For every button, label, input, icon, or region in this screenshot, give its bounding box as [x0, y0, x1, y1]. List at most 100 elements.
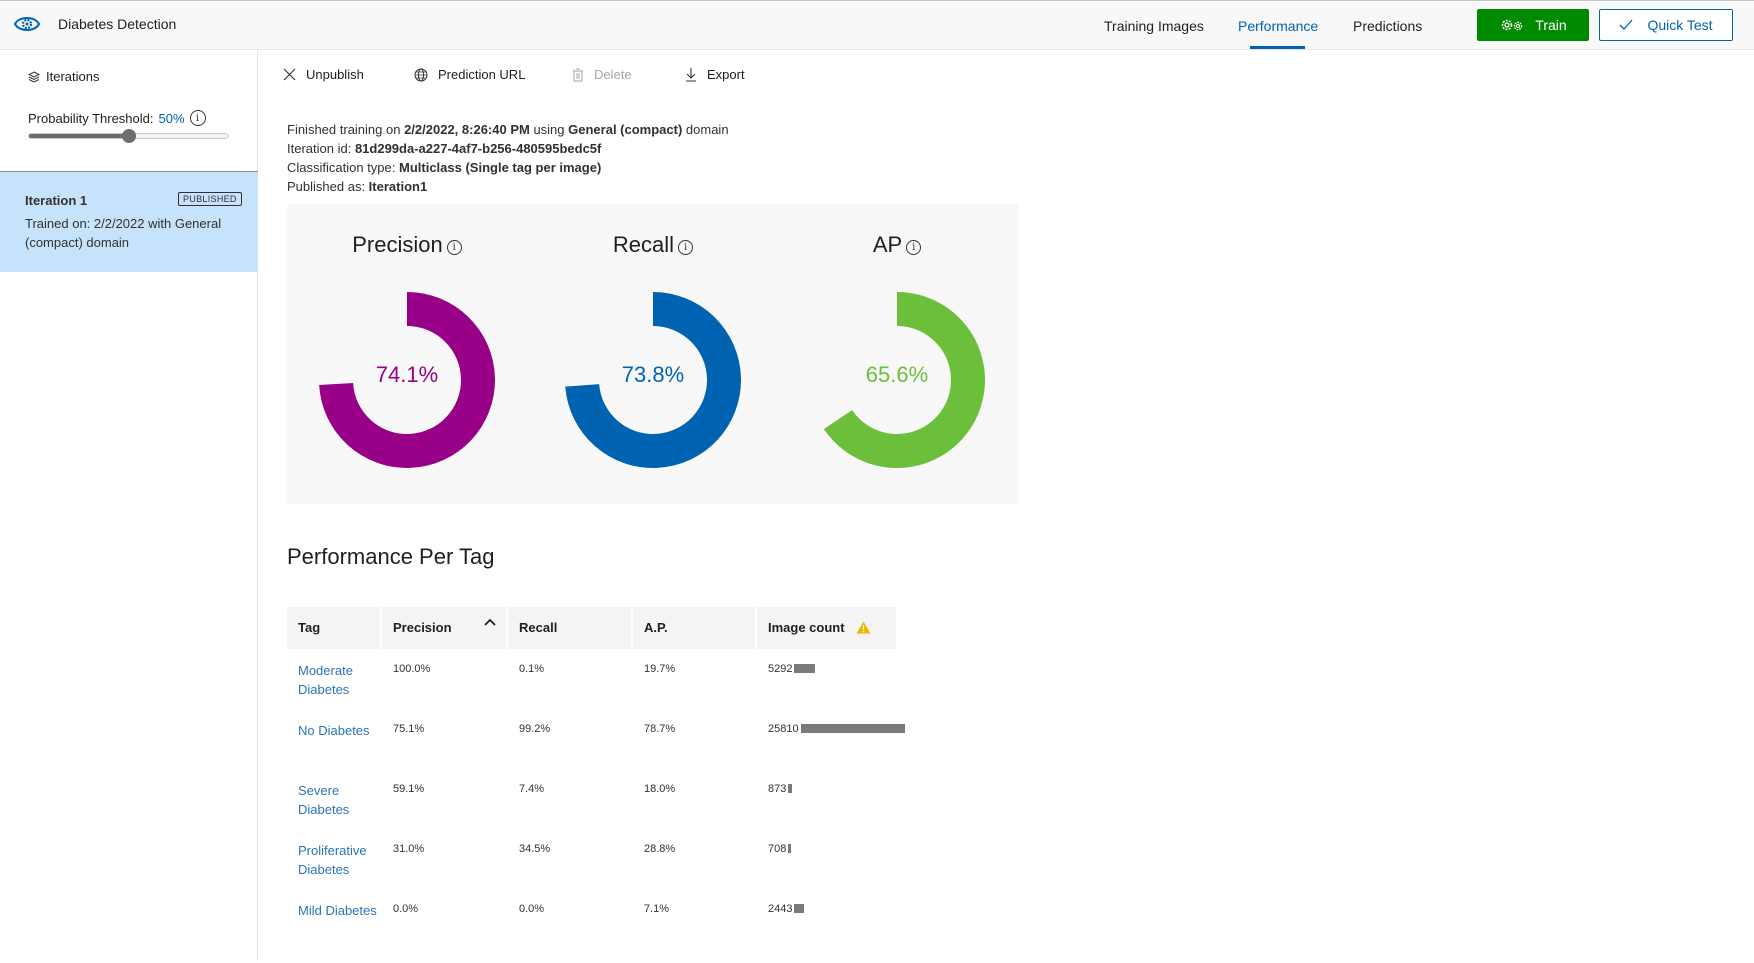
iterations-label: Iterations [46, 69, 100, 84]
precision-cell: 59.1% [393, 783, 425, 795]
sidebar: Iterations Probability Threshold: 50% i … [0, 51, 258, 961]
image-count-bar [794, 664, 816, 673]
info-icon[interactable]: i [678, 239, 694, 255]
image-count-value: 873 [768, 783, 787, 795]
quick-test-label: Quick Test [1647, 17, 1713, 33]
app-title: Diabetes Detection [58, 16, 177, 32]
ap-title: AP i [777, 232, 1017, 258]
tag-link[interactable]: Severe Diabetes [298, 781, 378, 819]
precision-title: Precision i [287, 232, 527, 258]
training-info-line: Finished training on 2/2/2022, 8:26:40 P… [287, 122, 729, 137]
precision-cell: 31.0% [393, 843, 425, 855]
info-icon[interactable]: i [906, 239, 922, 255]
recall-cell: 7.4% [519, 783, 545, 795]
export-button[interactable]: Export [685, 67, 745, 82]
ap-value: 65.6% [865, 362, 929, 387]
published-badge: PUBLISHED [178, 192, 242, 206]
threshold-slider[interactable] [28, 129, 229, 143]
precision-cell: 75.1% [393, 723, 425, 735]
info-icon[interactable]: i [189, 110, 206, 126]
image-count-bar [788, 844, 792, 853]
ap-metric: AP i 65.6% [777, 204, 1017, 504]
tab-predictions[interactable]: Predictions [1353, 18, 1422, 34]
unpublish-label: Unpublish [306, 67, 364, 82]
image-count-bar [794, 904, 805, 913]
tag-link[interactable]: No Diabetes [298, 721, 378, 740]
image-count-cell: 5292 [768, 663, 816, 675]
table-row: Severe Diabetes 59.1% 7.4% 18.0% 873 [287, 783, 987, 843]
iteration-description: Trained on: 2/2/2022 with General (compa… [25, 216, 222, 250]
iterations-heading: Iterations [28, 69, 99, 84]
close-icon [283, 68, 296, 81]
checkmark-icon [1619, 19, 1633, 30]
recall-cell: 0.1% [519, 663, 545, 675]
top-bar: Diabetes Detection Training Images Perfo… [0, 0, 1754, 50]
column-header-ap[interactable]: A.P. [633, 607, 755, 649]
sort-ascending-icon[interactable] [484, 618, 496, 626]
column-header-tag[interactable]: Tag [287, 607, 380, 649]
iteration-name: Iteration 1 [25, 193, 88, 208]
image-count-cell: 708 [768, 843, 792, 855]
tag-link[interactable]: Mild Diabetes [298, 901, 378, 920]
tag-link[interactable]: Moderate Diabetes [298, 661, 378, 699]
published-as-line: Published as: Iteration1 [287, 179, 428, 194]
export-label: Export [707, 67, 745, 82]
table-row: No Diabetes 75.1% 99.2% 78.7% 25810 [287, 723, 987, 783]
tag-link[interactable]: Proliferative Diabetes [298, 841, 378, 879]
globe-icon [414, 68, 428, 81]
column-header-image-count[interactable]: Image count [757, 607, 896, 649]
recall-value: 73.8% [621, 362, 685, 387]
metrics-panel: Precision i 74.1% Recall i 73.8% AP i 65.6% [287, 204, 1018, 504]
precision-cell: 0.0% [393, 903, 419, 915]
iteration-card[interactable]: Iteration 1 PUBLISHED Trained on: 2/2/20… [0, 171, 258, 272]
table-row: Proliferative Diabetes 31.0% 34.5% 28.8% 708 [287, 843, 987, 903]
table-row: Mild Diabetes 0.0% 0.0% 7.1% 2443 [287, 903, 987, 963]
precision-cell: 100.0% [393, 663, 431, 675]
threshold-label: Probability Threshold: [28, 110, 154, 126]
image-count-cell: 25810 [768, 723, 905, 735]
ap-cell: 78.7% [644, 723, 676, 735]
prediction-url-label: Prediction URL [438, 67, 526, 82]
ap-cell: 28.8% [644, 843, 676, 855]
image-count-value: 25810 [768, 723, 799, 735]
train-label: Train [1535, 17, 1567, 33]
info-icon[interactable]: i [446, 239, 462, 255]
threshold-value: 50% [158, 110, 185, 126]
delete-label: Delete [594, 67, 632, 82]
table-row: Moderate Diabetes 100.0% 0.1% 19.7% 5292 [287, 663, 987, 723]
main-content: Unpublish Prediction URL Delete Export F… [259, 51, 1754, 961]
gears-icon [1501, 19, 1523, 31]
layers-icon [28, 70, 40, 83]
delete-button[interactable]: Delete [572, 67, 632, 82]
image-count-cell: 873 [768, 783, 793, 795]
warning-icon[interactable] [856, 621, 871, 634]
recall-cell: 34.5% [519, 843, 551, 855]
column-header-precision[interactable]: Precision [382, 607, 506, 649]
trash-icon [573, 68, 583, 81]
threshold-slider-fill [29, 134, 129, 138]
iteration-details: Finished training on 2/2/2022, 8:26:40 P… [287, 120, 729, 196]
ap-cell: 19.7% [644, 663, 676, 675]
image-count-bar [788, 784, 793, 793]
recall-cell: 0.0% [519, 903, 545, 915]
image-count-bar [800, 724, 905, 733]
column-header-recall[interactable]: Recall [508, 607, 631, 649]
image-count-value: 2443 [768, 903, 793, 915]
precision-metric: Precision i 74.1% [287, 204, 527, 504]
unpublish-button[interactable]: Unpublish [283, 67, 364, 82]
download-icon [686, 68, 696, 82]
image-count-value: 5292 [768, 663, 793, 675]
tab-training-images[interactable]: Training Images [1104, 18, 1204, 34]
tab-performance[interactable]: Performance [1238, 18, 1318, 34]
iteration-id-line: Iteration id: 81d299da-a227-4af7-b256-48… [287, 141, 602, 156]
active-tab-indicator [1250, 46, 1305, 49]
probability-threshold: Probability Threshold: 50% i [28, 110, 206, 126]
classification-type-line: Classification type: Multiclass (Single … [287, 160, 602, 175]
quick-test-button[interactable]: Quick Test [1599, 9, 1733, 41]
ap-cell: 18.0% [644, 783, 676, 795]
train-button[interactable]: Train [1477, 9, 1589, 41]
performance-per-tag-title: Performance Per Tag [287, 544, 495, 569]
prediction-url-button[interactable]: Prediction URL [414, 67, 525, 82]
threshold-slider-thumb[interactable] [121, 129, 136, 143]
image-count-value: 708 [768, 843, 787, 855]
